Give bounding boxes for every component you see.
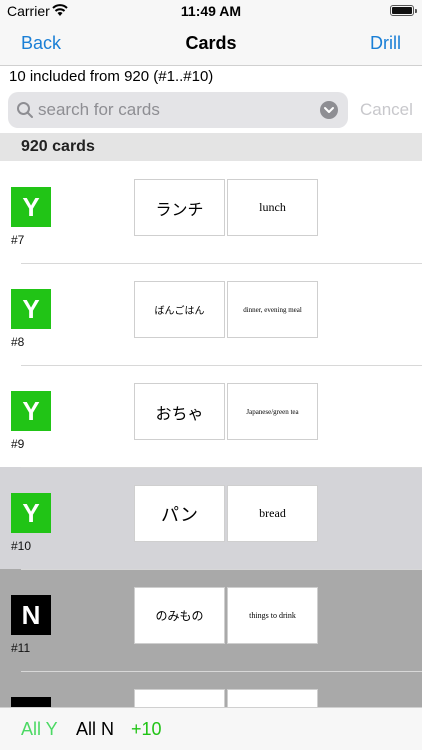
card-front[interactable]: のみもの	[134, 587, 225, 644]
row-divider	[21, 365, 422, 366]
row-divider	[21, 671, 422, 672]
card-front-text: ばんごはん	[154, 306, 205, 317]
status-badge[interactable]: N	[11, 697, 51, 707]
page-title: Cards	[185, 33, 237, 53]
card-back-text: things to drink	[249, 611, 296, 620]
card-number: #7	[11, 233, 25, 247]
card-front[interactable]: おちゃ	[134, 383, 225, 440]
card-front[interactable]: ばんごはん	[134, 281, 225, 338]
section-header: 920 cards	[0, 133, 422, 161]
status-badge[interactable]: Y	[11, 187, 51, 227]
drill-button[interactable]: Drill	[370, 33, 401, 54]
battery-icon	[390, 5, 417, 16]
search-input[interactable]	[38, 96, 318, 124]
card-number: #9	[11, 437, 25, 451]
card-back[interactable]: dinner, evening meal	[227, 281, 318, 338]
all-yes-button[interactable]: All Y	[21, 719, 58, 740]
row-divider	[21, 263, 422, 264]
card-number: #8	[11, 335, 25, 349]
card-back-text: Japanese/green tea	[246, 407, 299, 416]
card-front[interactable]	[134, 689, 225, 707]
bottom-toolbar: All Y All N +10	[0, 707, 422, 750]
card-row[interactable]: N#12	[0, 671, 422, 707]
chevron-down-icon[interactable]	[320, 101, 338, 119]
card-row[interactable]: Y #7 ランチ lunch	[0, 161, 422, 263]
card-number: #10	[11, 539, 32, 553]
card-back[interactable]: Japanese/green tea	[227, 383, 318, 440]
status-badge[interactable]: Y	[11, 493, 51, 533]
search-icon	[17, 102, 33, 118]
card-front-text: おちゃ	[155, 403, 204, 423]
included-summary: 10 included from 920 (#1..#10)	[9, 68, 214, 85]
card-number: #11	[11, 641, 31, 655]
card-back-text: bread	[259, 506, 286, 520]
cancel-button[interactable]: Cancel	[360, 100, 413, 120]
search-bar[interactable]	[8, 92, 348, 128]
row-divider	[21, 467, 422, 468]
card-row[interactable]: Y #10 パン bread	[0, 467, 422, 569]
card-back-text: lunch	[259, 200, 286, 214]
card-row[interactable]: Y #9 おちゃ Japanese/green tea	[0, 365, 422, 467]
card-row[interactable]: N #11 のみもの things to drink	[0, 569, 422, 671]
card-back[interactable]: bread	[227, 485, 318, 542]
card-front-text: ランチ	[155, 199, 204, 219]
card-back[interactable]	[227, 689, 318, 707]
card-list[interactable]: Y #7 ランチ lunch Y #8 ばんごはん dinner, evening meal Y…	[0, 161, 422, 707]
status-badge[interactable]: N	[11, 595, 51, 635]
add-ten-button[interactable]: +10	[131, 719, 162, 740]
status-bar: Carrier 11:49 AM	[0, 0, 422, 22]
navigation-bar: Back Cards Drill	[0, 22, 422, 66]
row-divider	[21, 569, 422, 570]
card-front[interactable]: ランチ	[134, 179, 225, 236]
clock: 11:49 AM	[180, 3, 242, 19]
status-badge[interactable]: Y	[11, 289, 51, 329]
card-front-text: パン	[161, 504, 198, 526]
card-back[interactable]: things to drink	[227, 587, 318, 644]
card-front-text: のみもの	[155, 609, 204, 623]
card-row[interactable]: Y #8 ばんごはん dinner, evening meal	[0, 263, 422, 365]
all-no-button[interactable]: All N	[76, 719, 114, 740]
card-front[interactable]: パン	[134, 485, 225, 542]
card-back[interactable]: lunch	[227, 179, 318, 236]
card-back-text: dinner, evening meal	[243, 305, 302, 314]
section-title: 920 cards	[21, 138, 95, 155]
status-badge[interactable]: Y	[11, 391, 51, 431]
